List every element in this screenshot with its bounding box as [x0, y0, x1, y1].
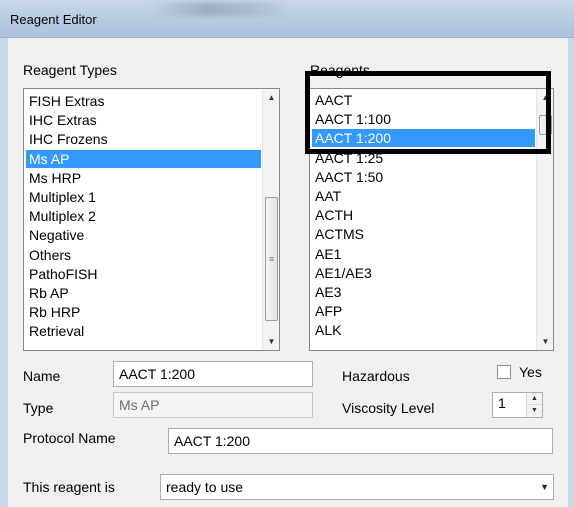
list-item[interactable]: ACTH [312, 206, 535, 224]
name-label: Name [23, 368, 61, 384]
list-item[interactable]: AE1 [312, 245, 535, 263]
reagent-types-list[interactable]: FISH Extras IHC Extras IHC Frozens Ms AP Ms … [23, 88, 280, 351]
dialog-client-area: Reagent Types FISH Extras IHC Extras IHC F… [8, 38, 568, 507]
hazardous-checkbox[interactable] [497, 365, 511, 379]
list-item[interactable]: AACT [312, 91, 535, 109]
list-item[interactable]: AAT [312, 187, 535, 205]
type-field: Ms AP [113, 392, 313, 418]
viscosity-label: Viscosity Level [342, 400, 435, 416]
viscosity-stepper[interactable]: 1 ▲ ▼ [492, 392, 543, 418]
scrollbar-thumb[interactable]: ≡ [265, 197, 278, 321]
list-item[interactable]: IHC Extras [26, 111, 261, 129]
scroll-down-icon[interactable]: ▼ [537, 333, 553, 350]
list-item[interactable]: Rb HRP [26, 303, 261, 321]
list-item[interactable]: FISH Extras [26, 92, 261, 110]
reagents-scrollbar[interactable]: ▲ ▼ [536, 89, 553, 350]
list-item[interactable]: AACT 1:200 [312, 129, 535, 148]
type-label: Type [23, 400, 54, 416]
list-item[interactable]: IHC Frozens [26, 130, 261, 148]
protocol-name-field[interactable]: AACT 1:200 [168, 428, 553, 454]
list-item[interactable]: AACT 1:100 [312, 110, 535, 128]
list-item[interactable]: Rb AP [26, 284, 261, 302]
list-item[interactable]: AE1/AE3 [312, 264, 535, 282]
list-item[interactable]: AFP [312, 302, 535, 320]
hazardous-yes-label: Yes [519, 364, 542, 380]
scrollbar-thumb[interactable] [539, 115, 552, 135]
title-bar: Reagent Editor [0, 0, 574, 38]
protocol-name-label: Protocol Name [23, 430, 116, 446]
scroll-up-icon[interactable]: ▲ [263, 89, 279, 106]
spin-down-icon[interactable]: ▼ [527, 405, 542, 417]
scroll-grip-icon: ≡ [269, 254, 275, 264]
list-item[interactable]: Ms AP [26, 149, 261, 168]
title-bar-blur [150, 2, 290, 16]
chevron-down-icon: ▼ [540, 482, 549, 492]
list-item[interactable]: Retrieval [26, 322, 261, 340]
reagents-label: Reagents [310, 62, 370, 78]
list-item[interactable]: Others [26, 246, 261, 264]
list-item[interactable]: AACT 1:50 [312, 168, 535, 186]
window-frame-left [0, 38, 8, 507]
scroll-down-icon[interactable]: ▼ [263, 333, 279, 350]
viscosity-stepper-buttons: ▲ ▼ [526, 393, 542, 417]
list-item[interactable]: Multiplex 1 [26, 188, 261, 206]
name-field[interactable]: AACT 1:200 [113, 361, 313, 387]
hazardous-label: Hazardous [342, 368, 410, 384]
reagent-types-label: Reagent Types [23, 62, 117, 78]
list-item[interactable]: Negative [26, 226, 261, 244]
list-item[interactable]: AACT 1:25 [312, 149, 535, 167]
list-item[interactable]: PathoFISH [26, 265, 261, 283]
reagent-types-scrollbar[interactable]: ▲ ≡ ▼ [262, 89, 279, 350]
reagent-is-select[interactable]: ready to use ▼ [160, 474, 554, 500]
list-item[interactable]: Ms HRP [26, 169, 261, 187]
viscosity-value: 1 [498, 395, 506, 411]
list-item[interactable]: ALK [312, 321, 535, 339]
list-item[interactable]: AE3 [312, 283, 535, 301]
reagents-list[interactable]: AACT AACT 1:100 AACT 1:200 AACT 1:25 AACT 1:… [309, 88, 554, 351]
reagent-is-value: ready to use [166, 479, 244, 495]
reagent-is-label: This reagent is [23, 479, 115, 495]
window-title: Reagent Editor [10, 12, 97, 27]
window-frame-right [568, 38, 574, 507]
list-item[interactable]: Multiplex 2 [26, 207, 261, 225]
list-item[interactable]: ACTMS [312, 225, 535, 243]
scroll-up-icon[interactable]: ▲ [537, 89, 553, 106]
spin-up-icon[interactable]: ▲ [527, 393, 542, 405]
